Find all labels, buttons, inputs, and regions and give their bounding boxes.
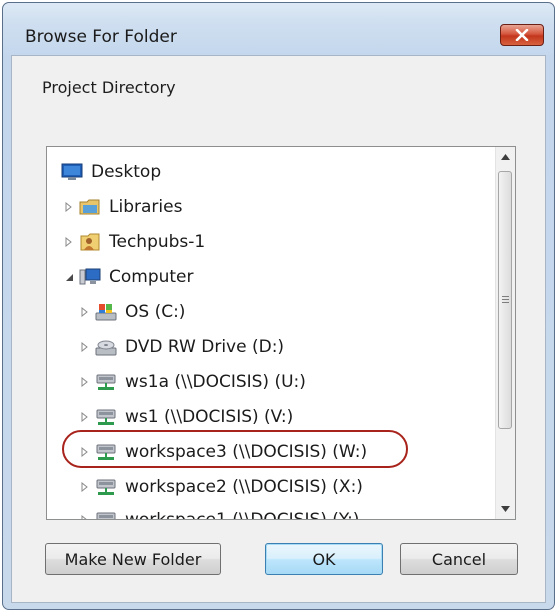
tree-item-ws1-v[interactable]: ws1 (\\DOCISIS) (V:) <box>77 404 293 430</box>
user-folder-icon <box>79 231 101 253</box>
tree-item-techpubs-1[interactable]: Techpubs-1 <box>61 229 205 255</box>
tree-item-desktop[interactable]: Desktop <box>61 159 161 185</box>
prompt-label: Project Directory <box>42 78 176 97</box>
expand-arrow-icon[interactable] <box>77 409 93 425</box>
tree-item-computer[interactable]: Computer <box>61 264 194 290</box>
close-button[interactable] <box>500 24 544 46</box>
close-icon <box>515 29 529 41</box>
tree-item-label: ws1 (\\DOCISIS) (V:) <box>125 407 294 427</box>
tree-item-dvd-rw-drive-d[interactable]: DVD RW Drive (D:) <box>77 334 284 360</box>
grip-line <box>502 296 509 297</box>
arrow-down-icon <box>501 506 510 512</box>
vertical-scrollbar[interactable] <box>495 147 515 519</box>
tree-item-os-c[interactable]: OS (C:) <box>77 299 185 325</box>
tree-item-label: Desktop <box>91 162 162 182</box>
tree-item-label: OS (C:) <box>125 302 186 322</box>
tree-item-label: workspace1 (\\DOCISIS) (Y:) <box>125 510 360 520</box>
make-new-folder-button[interactable]: Make New Folder <box>45 543 221 575</box>
scroll-thumb[interactable] <box>498 171 512 429</box>
expand-arrow-icon[interactable] <box>77 339 93 355</box>
ok-button[interactable]: OK <box>265 543 383 575</box>
expand-arrow-icon[interactable] <box>77 304 93 320</box>
windows-drive-icon <box>95 301 117 323</box>
tree-item-label: Techpubs-1 <box>109 232 206 252</box>
computer-icon <box>79 266 101 288</box>
tree-item-label: Computer <box>109 267 194 287</box>
network-drive-icon <box>95 371 117 393</box>
libraries-icon <box>79 196 101 218</box>
tree-item-libraries[interactable]: Libraries <box>61 194 182 220</box>
expand-arrow-icon[interactable] <box>77 374 93 390</box>
network-drive-icon <box>95 476 117 498</box>
dvd-drive-icon <box>95 336 117 358</box>
network-drive-icon <box>95 406 117 428</box>
network-drive-icon <box>95 509 117 519</box>
tree-item-label: ws1a (\\DOCISIS) (U:) <box>125 372 306 392</box>
window-title: Browse For Folder <box>25 27 177 47</box>
highlight-ring <box>62 430 408 468</box>
scroll-down-button[interactable] <box>496 499 515 519</box>
tree-item-workspace2-x[interactable]: workspace2 (\\DOCISIS) (X:) <box>77 474 363 500</box>
expand-arrow-icon[interactable] <box>77 512 93 519</box>
expand-arrow-icon[interactable] <box>77 479 93 495</box>
expand-arrow-icon[interactable] <box>61 234 77 250</box>
dialog-client-area: Project Directory Desktop Libraries Tech… <box>11 55 546 603</box>
grip-line <box>502 299 509 300</box>
tree-item-label: workspace2 (\\DOCISIS) (X:) <box>125 477 363 497</box>
grip-line <box>502 302 509 303</box>
browse-for-folder-dialog: Browse For Folder Project Directory Desk… <box>2 2 555 610</box>
arrow-up-icon <box>501 154 510 160</box>
scroll-up-button[interactable] <box>496 147 515 167</box>
tree-item-ws1a-u[interactable]: ws1a (\\DOCISIS) (U:) <box>77 369 306 395</box>
collapse-arrow-icon[interactable] <box>61 269 77 285</box>
cancel-button[interactable]: Cancel <box>400 543 518 575</box>
tree-item-label: DVD RW Drive (D:) <box>125 337 285 357</box>
tree-item-workspace1-y[interactable]: workspace1 (\\DOCISIS) (Y:) <box>77 507 360 520</box>
expand-arrow-icon[interactable] <box>61 199 77 215</box>
desktop-icon <box>61 161 83 183</box>
tree-item-label: Libraries <box>109 197 183 217</box>
